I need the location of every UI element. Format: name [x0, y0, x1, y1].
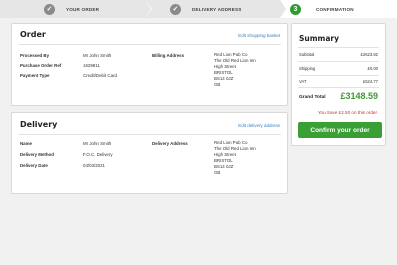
divider	[298, 75, 379, 76]
order-panel: Order Edit shopping basket Processed By …	[11, 23, 288, 106]
processed-by-value: Mr John Smith	[83, 53, 112, 58]
name-label: Name	[20, 141, 32, 146]
subtotal-label: Subtotal	[299, 52, 315, 57]
divider	[298, 47, 379, 48]
delivery-title: Delivery	[20, 120, 58, 129]
address-line: GB	[214, 81, 221, 87]
delivery-method-value: F.O.C. Delivery	[83, 152, 113, 157]
payment-type-value: Credit/Debit Card	[83, 73, 117, 78]
purchase-order-ref-label: Purchase Order Ref	[20, 63, 62, 68]
purchase-order-ref-value: 1629911	[83, 63, 100, 68]
check-icon: ✓	[44, 3, 55, 15]
edit-delivery-address-link[interactable]: Edit delivery address	[238, 123, 280, 128]
address-line: The Old Red Lion Inn	[214, 145, 256, 151]
summary-title: Summary	[299, 34, 340, 43]
step-number-badge: 3	[290, 3, 301, 15]
grand-total-label: Grand Total	[299, 95, 326, 100]
delivery-date-label: Delivery Date	[20, 163, 48, 168]
divider	[298, 61, 379, 62]
divider	[18, 134, 281, 135]
name-value: Mr John Smith	[83, 141, 112, 146]
delivery-date-value: 04/03/2021	[83, 163, 105, 168]
step-label: YOUR ORDER	[66, 6, 100, 12]
payment-type-label: Payment Type	[20, 73, 50, 78]
edit-shopping-basket-link[interactable]: Edit shopping basket	[238, 33, 280, 38]
step-label: DELIVERY ADDRESS	[192, 6, 242, 12]
delivery-panel: Delivery Edit delivery address Name Mr J…	[11, 112, 288, 194]
subtotal-value: £2623.82	[360, 52, 378, 57]
step-your-order[interactable]: ✓ YOUR ORDER	[0, 0, 152, 18]
step-label: CONFIRMATION	[316, 6, 354, 12]
vat-value: £524.77	[362, 79, 378, 84]
address-line: GB	[214, 169, 221, 175]
step-confirmation: 3 CONFIRMATION	[280, 0, 397, 18]
shipping-label: Shipping	[299, 66, 316, 71]
savings-message: You Save £2.50 on this order.	[317, 110, 378, 115]
checkout-progress: ✓ YOUR ORDER ✓ DELIVERY ADDRESS 3 CONFIR…	[0, 0, 397, 18]
shipping-value: £0.00	[367, 66, 378, 71]
order-title: Order	[20, 30, 46, 39]
divider	[298, 87, 379, 88]
delivery-address-label: Delivery Address	[152, 141, 188, 146]
delivery-address: Red Lion Pub Co The Old Red Lion Inn Hig…	[214, 140, 256, 175]
processed-by-label: Processed By	[20, 53, 50, 58]
grand-total-value: £3148.59	[340, 91, 378, 101]
billing-address-label: Billing Address	[152, 53, 185, 58]
check-icon: ✓	[170, 3, 181, 15]
vat-label: VAT	[299, 79, 307, 84]
summary-panel: Summary Subtotal £2623.82 Shipping £0.00…	[291, 23, 386, 146]
confirm-order-button[interactable]: Confirm your order	[298, 122, 382, 138]
delivery-method-label: Delivery Method	[20, 152, 54, 157]
step-delivery-address[interactable]: ✓ DELIVERY ADDRESS	[145, 0, 287, 18]
address-line: The Old Red Lion Inn	[214, 57, 256, 63]
billing-address: Red Lion Pub Co The Old Red Lion Inn Hig…	[214, 52, 256, 87]
divider	[18, 44, 281, 45]
